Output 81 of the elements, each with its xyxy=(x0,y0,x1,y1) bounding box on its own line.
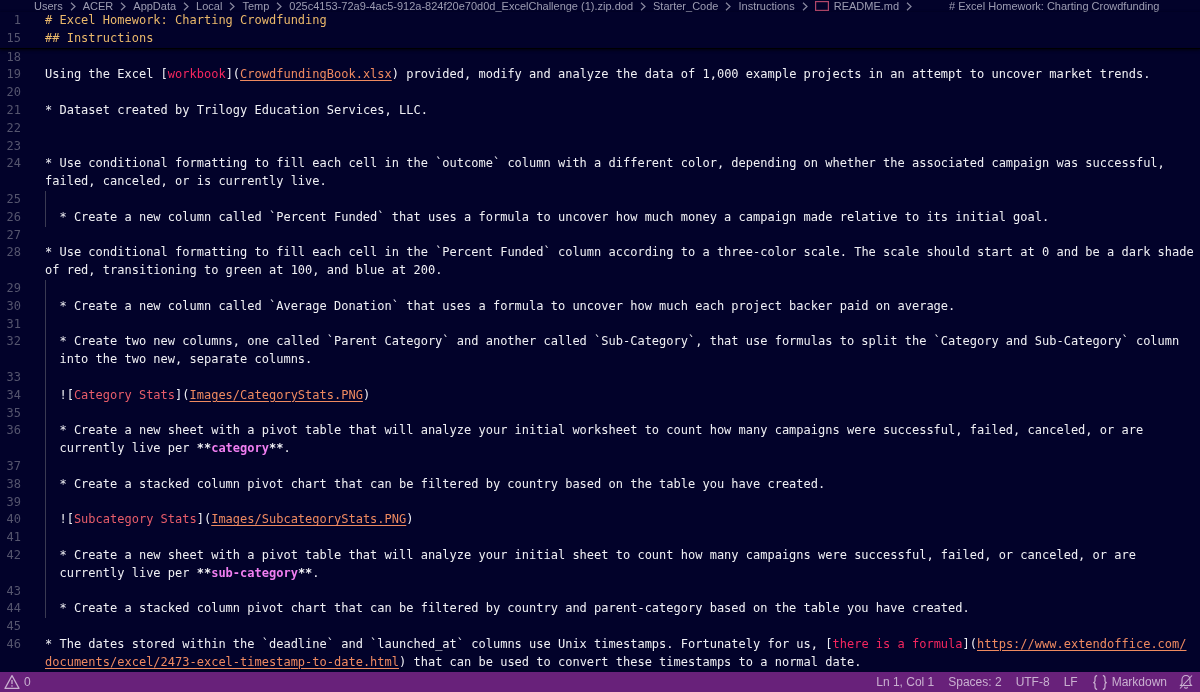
code-line: Using the Excel [workbook](CrowdfundingBook.xlsx) provided, modify and analyze the data of 1,000 example projects in an attempt to uncover market trends. xyxy=(45,67,1151,82)
status-bar-item[interactable]: LF xyxy=(1056,672,1085,692)
line-number: 42 xyxy=(6,547,21,562)
breadcrumb-item[interactable]: Temp xyxy=(242,0,270,12)
status-bar-item[interactable]: UTF-8 xyxy=(1008,672,1057,692)
chevron-icon xyxy=(640,1,646,11)
warning-icon xyxy=(4,674,20,690)
code-line: * The dates stored within the `deadline` and `launched_at` columns use Unix timestamps. Fortunately for us, [there is a formula](https://www.extendoffice.com/ documents/excel/2473-excel-timestamp-to-date.html) that can be used to convert these timestamps to a normal date. xyxy=(45,636,1187,669)
line-number: 37 xyxy=(6,458,21,473)
line-number: 21 xyxy=(6,103,21,117)
code-line: ## Instructions xyxy=(45,30,154,45)
breadcrumb-item[interactable]: ACER xyxy=(82,0,114,12)
code-line: * Create a new column called `Average Donation` that uses a formula to uncover how much each project backer paid on average. xyxy=(59,298,956,313)
code-line: * Create two new columns, one called `Parent Category` and another called `Sub-Category`, that use formulas to split the `Category and Sub-Category` column into the two new, separate columns. xyxy=(59,334,1181,367)
line-number: 44 xyxy=(6,601,21,616)
problems-button[interactable]: 0 xyxy=(0,672,38,692)
code-line: * Create a new sheet with a pivot table that will analyze your initial sheet to count how many campaigns were successful, failed, or canceled, or are currently live per **sub-category**. xyxy=(59,547,1137,580)
breadcrumb-item[interactable]: README.md xyxy=(814,0,900,12)
line-number: 32 xyxy=(6,334,21,349)
status-bar-item[interactable]: Markdown xyxy=(1084,672,1174,692)
line-number: 43 xyxy=(6,583,21,598)
breadcrumb-item[interactable]: Instructions xyxy=(738,0,795,12)
breadcrumb-item[interactable]: Local xyxy=(196,0,223,12)
line-number: 25 xyxy=(6,191,21,206)
code-line: ![Subcategory Stats](Images/SubcategoryStats.PNG) xyxy=(59,512,414,527)
breadcrumb-item[interactable]: Starter_Code xyxy=(653,0,719,12)
line-number: 1 xyxy=(13,13,21,27)
line-number: 33 xyxy=(6,369,21,384)
code-line: * Use conditional formatting to fill each cell in the `Percent Funded` column according to a three-color scale. The scale should start at 0 and be a dark shade of red, transitioning to green at 100, and blue at 200. xyxy=(45,245,1195,278)
chevron-icon xyxy=(183,1,190,11)
line-number: 34 xyxy=(6,387,21,402)
braces-icon xyxy=(1091,674,1108,690)
status-bar-item[interactable]: Ln 1, Col 1 xyxy=(869,672,942,692)
line-number: 39 xyxy=(6,494,21,509)
line-number: 35 xyxy=(6,405,21,420)
line-number: 41 xyxy=(6,530,21,545)
chevron-icon xyxy=(725,1,732,11)
breadcrumb-item[interactable]: # Excel Homework: Charting Crowdfunding xyxy=(949,0,1160,12)
link[interactable]: https://www.extendoffice.com/ xyxy=(977,636,1187,651)
line-number: 46 xyxy=(6,636,21,651)
line-number: 18 xyxy=(6,49,21,64)
line-number: 29 xyxy=(6,280,21,295)
chevron-icon xyxy=(276,1,283,11)
line-number: 15 xyxy=(6,30,21,45)
breadcrumb-item[interactable]: Users xyxy=(34,0,63,12)
chevron-icon xyxy=(229,1,236,11)
code-line: * Use conditional formatting to fill each cell in the `outcome` column with a different color, depending on whether the associated campaign was successful, failed, canceled, or is currently live. xyxy=(45,156,1166,189)
line-number: 20 xyxy=(6,85,21,100)
code-line: * Create a stacked column pivot chart that can be filtered by country based on the table you have created. xyxy=(59,476,826,491)
link[interactable]: documents/excel/2473-excel-timestamp-to-date.html xyxy=(45,654,399,669)
code-line: * Create a stacked column pivot chart that can be filtered by country and parent-category based on the table you have created. xyxy=(59,601,970,616)
link[interactable]: Images/SubcategoryStats.PNG xyxy=(211,512,407,527)
line-number: 40 xyxy=(6,512,21,527)
code-line: * Dataset created by Trilogy Education Services, LLC. xyxy=(45,103,428,117)
line-number: 24 xyxy=(6,156,21,171)
code-line: * Create a new column called `Percent Funded` that uses a formula to uncover how much money a campaign made relative to its initial goal. xyxy=(59,209,1050,224)
line-number: 28 xyxy=(6,245,21,260)
line-number: 22 xyxy=(6,120,21,135)
line-number: 45 xyxy=(6,619,21,634)
line-number: 30 xyxy=(6,298,21,313)
line-number: 27 xyxy=(6,227,21,242)
chevron-icon xyxy=(69,1,76,11)
breadcrumb-item[interactable]: AppData xyxy=(133,0,177,12)
code-line: # Excel Homework: Charting Crowdfunding xyxy=(45,13,327,27)
breadcrumb-item[interactable]: 025c4153-72a9-4ac5-912a-824f20e70d0d_ExcelChallenge (1).zip.dod xyxy=(289,0,633,12)
line-number: 23 xyxy=(6,138,21,153)
status-bar-item[interactable]: Spaces: 2 xyxy=(941,672,1009,692)
line-number: 38 xyxy=(6,476,21,491)
code-line: * Create a new sheet with a pivot table that will analyze your initial worksheet to count how many campaigns were successful, failed, canceled, or are currently live per **category**. xyxy=(59,423,1145,456)
line-number: 36 xyxy=(6,423,21,438)
chevron-icon xyxy=(120,1,127,11)
line-number: 26 xyxy=(6,209,21,224)
code-line: ![Category Stats](Images/CategoryStats.PNG) xyxy=(59,387,371,402)
link[interactable]: CrowdfundingBook.xlsx xyxy=(240,67,392,82)
file-icon xyxy=(814,1,829,11)
chevron-icon xyxy=(801,1,808,11)
link[interactable]: Images/CategoryStats.PNG xyxy=(189,387,363,402)
line-number: 31 xyxy=(6,316,21,331)
chevron-icon xyxy=(906,1,913,11)
line-number: 19 xyxy=(6,67,21,82)
bell-icon xyxy=(1178,674,1194,690)
